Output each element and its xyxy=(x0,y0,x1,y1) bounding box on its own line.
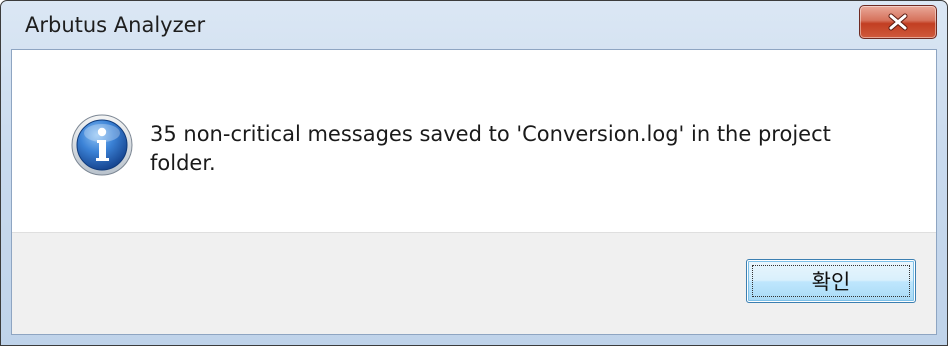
ok-button-label: 확인 xyxy=(811,270,851,294)
dialog-window: Arbutus Analyzer 35 non-critical message… xyxy=(0,0,948,346)
ok-button[interactable]: 확인 xyxy=(746,259,916,303)
close-icon xyxy=(888,13,908,31)
message-area: 35 non-critical messages saved to 'Conve… xyxy=(12,50,936,232)
window-title: Arbutus Analyzer xyxy=(25,13,206,37)
dialog-body: 35 non-critical messages saved to 'Conve… xyxy=(11,49,937,335)
button-bar: 확인 xyxy=(12,232,936,334)
information-icon xyxy=(71,114,133,176)
message-text: 35 non-critical messages saved to 'Conve… xyxy=(150,122,831,175)
title-bar[interactable]: Arbutus Analyzer xyxy=(1,1,947,49)
close-button[interactable] xyxy=(859,5,937,39)
